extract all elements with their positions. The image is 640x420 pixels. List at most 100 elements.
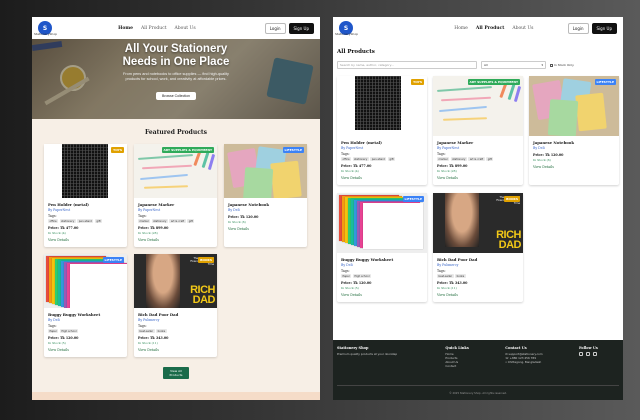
view-all-products-button[interactable]: View All Products — [163, 367, 189, 379]
view-details-link[interactable]: View Details — [533, 165, 615, 169]
in-stock-label: In Stock Only — [554, 63, 574, 67]
product-name[interactable]: Pen Holder (metal) — [48, 202, 123, 207]
product-price: Price: Tk 343.00 — [437, 281, 468, 285]
login-button[interactable]: Login — [264, 22, 286, 34]
product-stock: In Stock (28) — [138, 231, 158, 235]
view-details-link[interactable]: View Details — [48, 238, 123, 242]
nav-home[interactable]: Home — [454, 26, 468, 31]
product-price: Price: Tk 120.00 — [228, 215, 259, 219]
product-name[interactable]: Japanese Marker — [437, 140, 519, 145]
category-badge: ART SUPPLIES & EQUIPMENT — [467, 79, 520, 85]
product-card[interactable]: ART SUPPLIES & EQUIPMENT Japanese Marker B… — [433, 76, 523, 185]
product-tag: pen-stand — [77, 219, 94, 223]
product-image[interactable]: The #1 Personal Finance Book of All Time… — [433, 193, 523, 253]
logo-letter: S — [343, 24, 349, 32]
nav-home[interactable]: Home — [118, 26, 133, 31]
product-name[interactable]: Rich Dad Poor Dad — [437, 257, 519, 262]
product-image[interactable] — [529, 76, 619, 136]
product-tag: High school — [59, 329, 78, 333]
product-tags-label: Tags: — [341, 269, 350, 273]
product-tag: best-seller — [437, 274, 454, 278]
product-brand: By PaperNest — [341, 146, 364, 150]
nav-all-products[interactable]: All Product — [476, 26, 504, 31]
product-card[interactable]: LIFESTYLE Buggy Buggy Worksheet By Deli Tag… — [337, 193, 427, 302]
facebook-icon[interactable] — [579, 352, 583, 356]
in-stock-checkbox[interactable]: In Stock Only — [550, 63, 574, 67]
product-tag: stationery — [450, 157, 467, 161]
view-details-link[interactable]: View Details — [341, 293, 423, 297]
instagram-icon[interactable] — [593, 352, 597, 356]
product-tag: gift — [187, 219, 195, 223]
twitter-icon[interactable] — [586, 352, 590, 356]
product-card[interactable]: TOYS Pen Holder (metal) By PaperNest Tags: o… — [44, 144, 127, 247]
product-brand: By Deli — [341, 263, 353, 267]
footer-link[interactable]: Contact — [445, 364, 468, 368]
product-image[interactable] — [433, 76, 523, 136]
filter-bar: Search by name, author, category... All … — [333, 61, 623, 69]
product-card[interactable]: BOOKSThe #1 Personal Finance Book of All… — [433, 193, 523, 302]
browse-collection-button[interactable]: Browse Collection — [155, 92, 196, 100]
nav-all-products[interactable]: All Product — [141, 26, 167, 31]
product-name[interactable]: Japanese Notebook — [228, 202, 303, 207]
product-name[interactable]: Pen Holder (metal) — [341, 140, 423, 145]
top-nav-products: S StationeryShop Home All Product About … — [333, 17, 623, 39]
view-details-link[interactable]: View Details — [437, 176, 519, 180]
category-badge: LIFESTYLE — [282, 147, 304, 153]
product-tags-label: Tags: — [138, 324, 147, 328]
product-name[interactable]: Japanese Notebook — [533, 140, 615, 145]
product-card[interactable]: TOYS Pen Holder (metal) By PaperNest Tags: o… — [337, 76, 427, 185]
product-name[interactable]: Buggy Buggy Worksheet — [48, 312, 123, 317]
nav-about[interactable]: About Us — [175, 26, 196, 31]
product-stock: In Stock (5) — [48, 341, 66, 345]
product-name[interactable]: Rich Dad Poor Dad — [138, 312, 213, 317]
product-image[interactable] — [337, 76, 427, 136]
product-image[interactable] — [337, 193, 427, 253]
product-card[interactable]: LIFESTYLE Buggy Buggy Worksheet By Deli Tag… — [44, 254, 127, 357]
footer-brand: Stationery Shop — [337, 346, 369, 350]
view-details-link[interactable]: View Details — [138, 238, 213, 242]
hero-title-line2: Needs in One Place — [122, 56, 230, 68]
product-card[interactable]: BOOKSThe #1 Personal Finance Book of All… — [134, 254, 217, 357]
product-stock: In Stock (4) — [341, 169, 359, 173]
view-details-link[interactable]: View Details — [341, 176, 423, 180]
product-brand: By Deli — [533, 146, 545, 150]
footer-copyright: © 2025 Stationery Shop. All rights reser… — [449, 392, 507, 395]
view-details-link[interactable]: View Details — [437, 293, 519, 297]
product-tag: books — [156, 329, 167, 333]
product-brand: By PaperNest — [48, 208, 71, 212]
signup-button[interactable]: Sign Up — [591, 22, 617, 34]
products-page-screenshot: S StationeryShop Home All Product About … — [333, 17, 623, 400]
view-details-link[interactable]: View Details — [228, 227, 303, 231]
product-name[interactable]: Japanese Marker — [138, 202, 213, 207]
category-badge: TOYS — [411, 79, 424, 85]
category-select[interactable]: All ▾ — [481, 61, 546, 69]
footer-follow-title: Follow Us — [579, 346, 598, 350]
category-select-value: All — [484, 63, 488, 67]
product-tag: marker — [138, 219, 151, 223]
product-tags-label: Tags: — [48, 214, 57, 218]
product-name[interactable]: Buggy Buggy Worksheet — [341, 257, 423, 262]
home-page-screenshot: S StationeryShop Home All Product About … — [32, 17, 320, 400]
product-card[interactable]: LIFESTYLE Japanese Notebook By Deli Price: … — [529, 76, 619, 185]
hero-subtitle: From pens and notebooks to office suppli… — [123, 72, 229, 81]
nav-about[interactable]: About Us — [512, 26, 533, 31]
category-badge: BOOKS — [504, 196, 520, 202]
product-stock: In Stock (4) — [48, 231, 66, 235]
category-badge: LIFESTYLE — [594, 79, 616, 85]
product-tag: stationery — [59, 219, 76, 223]
product-tags-label: Tags: — [138, 214, 147, 218]
login-button[interactable]: Login — [567, 22, 589, 34]
product-price: Price: Tk 120.00 — [48, 336, 79, 340]
product-tag: best-seller — [138, 329, 155, 333]
product-brand: By Deli — [228, 208, 240, 212]
category-badge: ART SUPPLIES & EQUIPMENT — [161, 147, 214, 153]
product-card[interactable]: LIFESTYLE Japanese Notebook By Deli Price: … — [224, 144, 307, 247]
product-tag: Paper — [48, 329, 59, 333]
product-card[interactable]: ART SUPPLIES & EQUIPMENT Japanese Marker B… — [134, 144, 217, 247]
search-input[interactable]: Search by name, author, category... — [337, 61, 477, 69]
signup-button[interactable]: Sign Up — [288, 22, 314, 34]
footer-contact-title: Contact Us — [505, 346, 527, 350]
view-details-link[interactable]: View Details — [138, 348, 213, 352]
product-brand: By Pubmercy — [437, 263, 459, 267]
view-details-link[interactable]: View Details — [48, 348, 123, 352]
